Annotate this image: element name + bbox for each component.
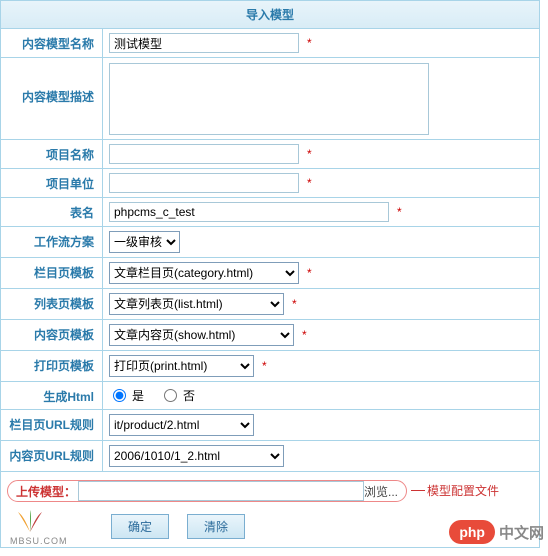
logo-text: MBSU.COM [10,536,68,546]
label-content-url: 内容页URL规则 [1,441,103,471]
import-model-form: 导入模型 内容模型名称 * 内容模型描述 项目名称 * 项目单位 * 表名 * [0,0,540,548]
row-category-tpl: 栏目页模板 文章栏目页(category.html) * [1,258,539,289]
label-category-tpl: 栏目页模板 [1,258,103,288]
label-gen-html: 生成Html [1,382,103,409]
site-logo: MBSU.COM [10,508,68,546]
required-star: * [302,328,307,342]
select-workflow[interactable]: 一级审核 [109,231,180,253]
label-list-tpl: 列表页模板 [1,289,103,319]
radio-no[interactable] [164,389,177,402]
radio-no-text: 否 [183,387,195,404]
radio-yes-label[interactable]: 是 [113,387,144,404]
row-workflow: 工作流方案 一级审核 [1,227,539,258]
required-star: * [307,147,312,161]
label-category-url: 栏目页URL规则 [1,410,103,440]
row-project-name: 项目名称 * [1,140,539,169]
select-category-url[interactable]: it/product/2.html [109,414,254,436]
label-project-unit: 项目单位 [1,169,103,197]
row-list-tpl: 列表页模板 文章列表页(list.html) * [1,289,539,320]
select-category-tpl[interactable]: 文章栏目页(category.html) [109,262,299,284]
required-star: * [397,205,402,219]
input-project-unit[interactable] [109,173,299,193]
leaf-icon [10,508,50,536]
row-gen-html: 生成Html 是 否 [1,382,539,410]
row-table-name: 表名 * [1,198,539,227]
select-content-url[interactable]: 2006/1010/1_2.html [109,445,284,467]
row-model-desc: 内容模型描述 [1,58,539,140]
upload-label: 上传模型： [16,483,76,500]
required-star: * [307,36,312,50]
label-model-desc: 内容模型描述 [1,58,103,139]
row-content-tpl: 内容页模板 文章内容页(show.html) * [1,320,539,351]
label-model-name: 内容模型名称 [1,29,103,57]
textarea-model-desc[interactable] [109,63,429,135]
radio-yes-text: 是 [132,387,144,404]
select-content-tpl[interactable]: 文章内容页(show.html) [109,324,294,346]
label-workflow: 工作流方案 [1,227,103,257]
radio-no-label[interactable]: 否 [164,387,195,404]
row-project-unit: 项目单位 * [1,169,539,198]
upload-note: 模型配置文件 [427,480,499,502]
php-badge: php 中文网 [449,520,544,544]
submit-button[interactable]: 确定 [111,514,169,539]
label-project-name: 项目名称 [1,140,103,168]
input-project-name[interactable] [109,144,299,164]
required-star: * [307,266,312,280]
row-content-url: 内容页URL规则 2006/1010/1_2.html [1,441,539,472]
upload-input[interactable] [78,481,364,501]
input-model-name[interactable] [109,33,299,53]
panel-title: 导入模型 [1,1,539,29]
label-content-tpl: 内容页模板 [1,320,103,350]
row-category-url: 栏目页URL规则 it/product/2.html [1,410,539,441]
select-print-tpl[interactable]: 打印页(print.html) [109,355,254,377]
browse-button[interactable]: 浏览... [364,483,398,500]
required-star: * [262,359,267,373]
upload-box: 上传模型： 浏览... [7,480,407,502]
upload-section: 上传模型： 浏览... 模型配置文件 [7,480,539,502]
label-print-tpl: 打印页模板 [1,351,103,381]
radio-yes[interactable] [113,389,126,402]
row-model-name: 内容模型名称 * [1,29,539,58]
php-pill: php [449,520,495,544]
select-list-tpl[interactable]: 文章列表页(list.html) [109,293,284,315]
required-star: * [292,297,297,311]
php-cn-text: 中文网 [499,522,544,543]
label-table-name: 表名 [1,198,103,226]
required-star: * [307,176,312,190]
input-table-name[interactable] [109,202,389,222]
row-print-tpl: 打印页模板 打印页(print.html) * [1,351,539,382]
reset-button[interactable]: 清除 [187,514,245,539]
